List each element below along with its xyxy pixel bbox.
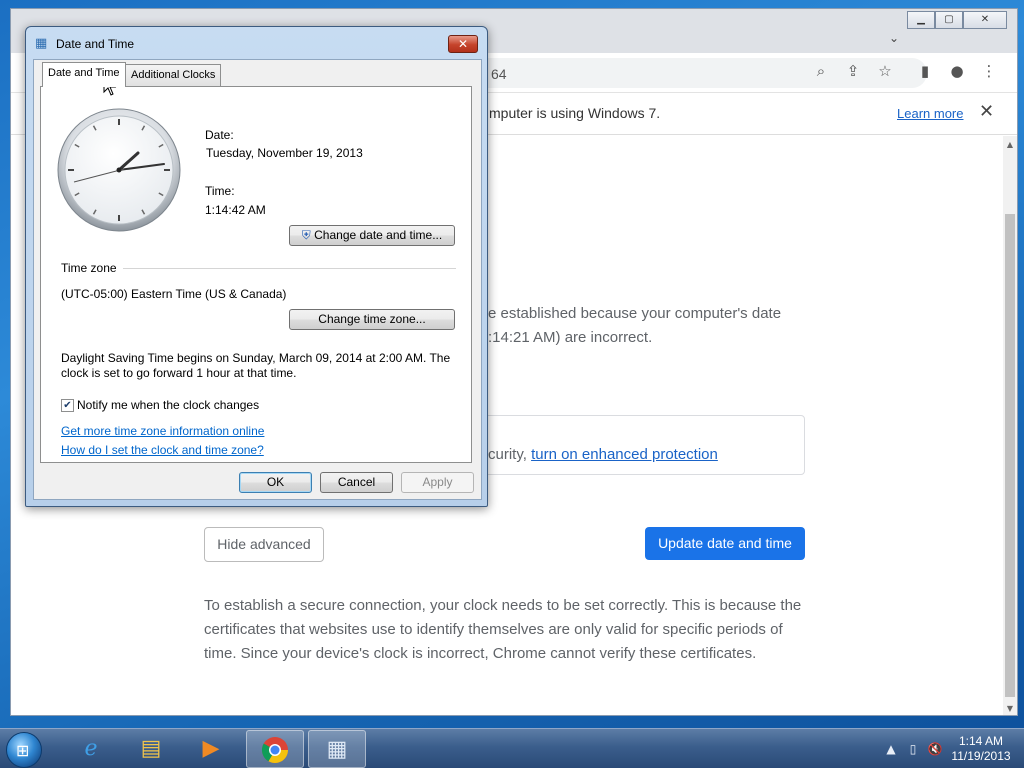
- taskbar-clock-time: 1:14 AM: [958, 734, 1004, 748]
- network-icon[interactable]: ▯: [902, 742, 924, 756]
- internet-explorer-icon[interactable]: ℯ: [62, 730, 120, 768]
- chrome-taskbar-icon[interactable]: [246, 730, 304, 768]
- address-bar-text: 64: [491, 66, 507, 82]
- dialog-close-button[interactable]: ✕: [448, 35, 478, 53]
- uac-shield-icon: ⛨: [301, 228, 311, 242]
- date-time-app-icon: ▦: [35, 36, 48, 51]
- scroll-down-arrow-icon[interactable]: ▼: [1003, 704, 1017, 713]
- time-label: Time:: [205, 184, 235, 198]
- error-explanation-line2: :14:21 AM) are incorrect.: [488, 329, 653, 346]
- close-window-button[interactable]: ✕: [963, 11, 1007, 29]
- change-timezone-button[interactable]: Change time zone...: [289, 309, 455, 330]
- taskbar: ⊞ ℯ ▤ ▶ ▦ ▲ ▯ 🔇 1:14 AM 11/19/2013: [0, 728, 1024, 768]
- tab-date-and-time[interactable]: Date and Time: [42, 62, 126, 87]
- tab-search-chevron-icon[interactable]: ⌄: [889, 31, 899, 45]
- tab-additional-clocks[interactable]: Additional Clocks: [125, 64, 222, 86]
- date-time-taskbar-icon[interactable]: ▦: [308, 730, 366, 768]
- cancel-button[interactable]: Cancel: [320, 472, 393, 493]
- enhanced-protection-link[interactable]: turn on enhanced protection: [531, 446, 718, 463]
- change-date-time-label: Change date and time...: [314, 228, 443, 242]
- side-panel-icon[interactable]: ▮: [913, 59, 937, 83]
- update-date-time-button[interactable]: Update date and time: [645, 527, 805, 560]
- page-scrollbar[interactable]: ▲ ▼: [1003, 136, 1017, 715]
- media-player-icon[interactable]: ▶: [182, 730, 240, 768]
- zoom-search-icon[interactable]: ⌕: [809, 59, 833, 83]
- error-explanation: e established because your computer's da…: [488, 302, 808, 350]
- timezone-info-link[interactable]: Get more time zone information online: [61, 424, 264, 438]
- analog-clock-icon: [57, 108, 181, 232]
- show-hidden-icons-icon[interactable]: ▲: [880, 742, 902, 756]
- date-value: Tuesday, November 19, 2013: [206, 146, 363, 160]
- system-tray: ▲ ▯ 🔇 1:14 AM 11/19/2013: [880, 729, 1016, 768]
- error-explanation-line1: e established because your computer's da…: [488, 305, 782, 322]
- time-value: 1:14:42 AM: [205, 203, 266, 217]
- menu-kebab-icon[interactable]: ⋮: [977, 59, 1001, 83]
- enhanced-protection-text: curity, turn on enhanced protection: [488, 446, 718, 463]
- notify-checkbox[interactable]: ✔: [61, 399, 74, 412]
- windows-explorer-icon[interactable]: ▤: [122, 730, 180, 768]
- chrome-logo-icon: [261, 737, 289, 764]
- tab-panel: Date: Tuesday, November 19, 2013 Time: 1…: [40, 86, 472, 463]
- date-time-dialog: ▦ Date and Time ✕ Date and Time Addition…: [25, 26, 488, 507]
- hide-advanced-button[interactable]: Hide advanced: [204, 527, 324, 562]
- ok-button[interactable]: OK: [239, 472, 312, 493]
- dialog-title: Date and Time: [56, 37, 135, 51]
- date-label: Date:: [205, 128, 234, 142]
- apply-button[interactable]: Apply: [401, 472, 474, 493]
- learn-more-link[interactable]: Learn more: [897, 106, 963, 121]
- timezone-separator: [123, 268, 456, 269]
- timezone-heading: Time zone: [61, 261, 117, 275]
- infobar-message: mputer is using Windows 7.: [489, 105, 661, 121]
- dst-line1: Daylight Saving Time begins on Sunday, M…: [61, 351, 451, 365]
- scroll-thumb[interactable]: [1005, 214, 1015, 697]
- notify-label[interactable]: Notify me when the clock changes: [77, 398, 259, 412]
- enhanced-protection-prefix: curity,: [488, 446, 532, 463]
- window-controls: ▁ ▢ ✕: [907, 11, 1007, 29]
- profile-avatar-icon[interactable]: ●: [945, 59, 969, 83]
- taskbar-clock-date: 11/19/2013: [951, 749, 1011, 763]
- infobar-close-icon[interactable]: ✕: [979, 101, 994, 122]
- bookmark-star-icon[interactable]: ☆: [873, 59, 897, 83]
- howto-clock-link[interactable]: How do I set the clock and time zone?: [61, 443, 264, 457]
- start-button[interactable]: ⊞: [6, 732, 42, 768]
- dst-line2: clock is set to go forward 1 hour at tha…: [61, 366, 297, 380]
- minimize-button[interactable]: ▁: [907, 11, 935, 29]
- maximize-button[interactable]: ▢: [935, 11, 963, 29]
- share-icon[interactable]: ⇪: [841, 59, 865, 83]
- windows-logo-icon: ⊞: [16, 741, 30, 760]
- scroll-up-arrow-icon[interactable]: ▲: [1003, 140, 1017, 149]
- volume-muted-icon[interactable]: 🔇: [924, 742, 946, 756]
- taskbar-clock[interactable]: 1:14 AM 11/19/2013: [946, 734, 1016, 764]
- change-date-time-button[interactable]: ⛨ Change date and time...: [289, 225, 455, 246]
- dialog-body: Date and Time Additional Clocks Date: Tu…: [33, 59, 482, 500]
- timezone-value: (UTC-05:00) Eastern Time (US & Canada): [61, 287, 287, 301]
- clock-explanation: To establish a secure connection, your c…: [204, 597, 802, 662]
